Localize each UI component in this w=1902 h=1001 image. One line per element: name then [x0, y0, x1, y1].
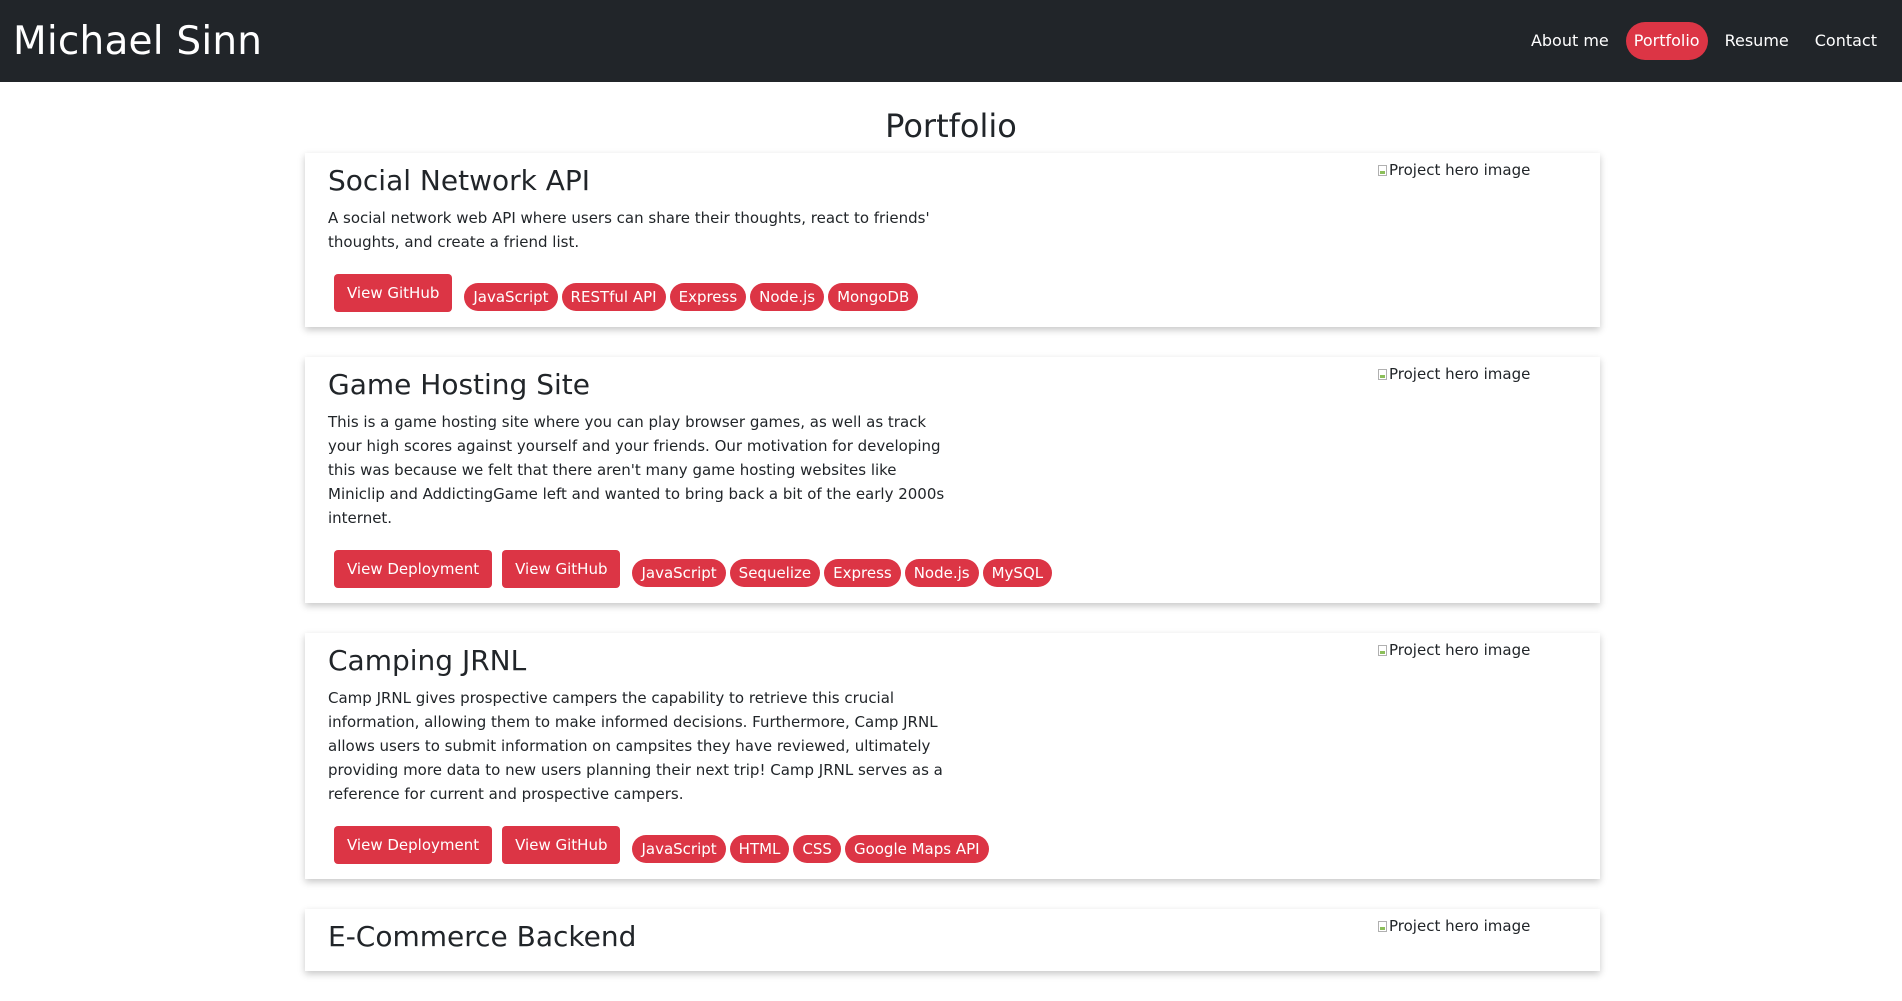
- tech-tags: JavaScript HTML CSS Google Maps API: [632, 835, 992, 863]
- nav-link-portfolio[interactable]: Portfolio: [1625, 22, 1708, 60]
- project-list: Social Network API Project hero image A so…: [305, 153, 1600, 1001]
- view-deployment-button[interactable]: View Deployment: [334, 826, 493, 864]
- brand-title[interactable]: Michael Sinn: [13, 19, 262, 64]
- view-github-button[interactable]: View GitHub: [502, 826, 621, 864]
- project-hero-image: Project hero image: [1378, 641, 1578, 659]
- view-github-button[interactable]: View GitHub: [334, 274, 453, 312]
- tech-tag: MySQL: [982, 559, 1053, 587]
- broken-image-icon: [1378, 164, 1387, 176]
- tech-tag: Express: [824, 559, 901, 587]
- nav-link-contact[interactable]: Contact: [1802, 22, 1890, 60]
- view-github-button[interactable]: View GitHub: [502, 550, 621, 588]
- project-actions: View Deployment View GitHub JavaScript HTML…: [328, 826, 1576, 864]
- tech-tag: Node.js: [904, 559, 979, 587]
- hero-alt-text: Project hero image: [1389, 365, 1531, 383]
- navbar: Michael Sinn About me Portfolio Resume C…: [0, 0, 1902, 82]
- project-hero-image: Project hero image: [1378, 161, 1578, 179]
- project-actions: View Deployment View GitHub JavaScript Sequ…: [328, 550, 1576, 588]
- hero-alt-text: Project hero image: [1389, 161, 1531, 179]
- tech-tag: CSS: [793, 835, 841, 863]
- project-card: Social Network API Project hero image A so…: [305, 153, 1600, 327]
- hero-alt-text: Project hero image: [1389, 641, 1531, 659]
- project-description: A social network web API where users can…: [328, 209, 930, 251]
- tech-tag: RESTful API: [561, 283, 666, 311]
- project-card: Camping JRNL Project hero image Camp JRNL …: [305, 633, 1600, 879]
- tech-tags: JavaScript RESTful API Express Node.js Mongo…: [464, 283, 922, 311]
- nav-link-resume[interactable]: Resume: [1712, 22, 1802, 60]
- view-deployment-button[interactable]: View Deployment: [334, 550, 493, 588]
- tech-tag: Google Maps API: [844, 835, 989, 863]
- tech-tag: JavaScript: [464, 283, 558, 311]
- tech-tag: HTML: [729, 835, 790, 863]
- broken-image-icon: [1378, 368, 1387, 380]
- nav-link-about-me[interactable]: About me: [1518, 22, 1622, 60]
- tech-tag: Express: [669, 283, 747, 311]
- project-hero-image: Project hero image: [1378, 917, 1578, 935]
- hero-alt-text: Project hero image: [1389, 917, 1531, 935]
- project-card: Game Hosting Site Project hero image This …: [305, 357, 1600, 603]
- project-description: This is a game hosting site where you ca…: [328, 413, 945, 527]
- project-card: E-Commerce Backend Project hero image: [305, 909, 1600, 971]
- page-title: Portfolio: [885, 107, 1017, 145]
- project-description: Camp JRNL gives prospective campers the …: [328, 689, 943, 803]
- nav-links: About me Portfolio Resume Contact: [1518, 22, 1890, 60]
- tech-tags: JavaScript Sequelize Express Node.js MySQL: [632, 559, 1056, 587]
- tech-tag: JavaScript: [632, 835, 726, 863]
- project-actions: View GitHub JavaScript RESTful API Express N…: [328, 274, 1576, 312]
- project-hero-image: Project hero image: [1378, 365, 1578, 383]
- broken-image-icon: [1378, 644, 1387, 656]
- tech-tag: JavaScript: [632, 559, 726, 587]
- tech-tag: MongoDB: [828, 283, 919, 311]
- broken-image-icon: [1378, 920, 1387, 932]
- tech-tag: Sequelize: [729, 559, 821, 587]
- tech-tag: Node.js: [750, 283, 825, 311]
